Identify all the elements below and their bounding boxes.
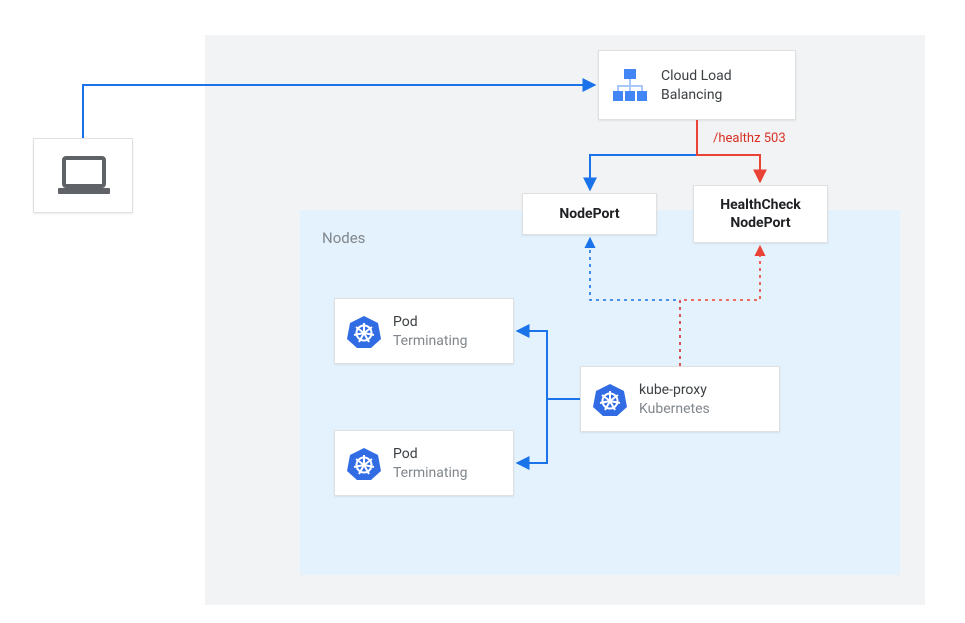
pod-2-box: Pod Terminating xyxy=(334,430,514,496)
client-laptop-box xyxy=(33,138,133,213)
load-balancer-icon xyxy=(611,67,649,105)
kubernetes-icon xyxy=(347,447,381,481)
cloud-load-balancing-box: Cloud Load Balancing xyxy=(598,50,796,120)
nodeport-title: NodePort xyxy=(523,205,656,224)
hcnodeport-title-line2: NodePort xyxy=(694,214,827,233)
kubernetes-icon xyxy=(347,315,381,349)
kube-proxy-subtitle: Kubernetes xyxy=(639,400,710,419)
pod-1-title: Pod xyxy=(393,313,418,332)
laptop-icon xyxy=(56,154,112,199)
kube-proxy-title: kube-proxy xyxy=(639,381,707,400)
clb-subtitle: Balancing xyxy=(661,86,722,105)
nodeport-box: NodePort xyxy=(522,193,657,235)
healthz-label: /healthz 503 xyxy=(713,130,786,148)
healthcheck-nodeport-box: HealthCheck NodePort xyxy=(693,185,828,243)
hcnodeport-title-line1: HealthCheck xyxy=(694,196,827,215)
pod-1-box: Pod Terminating xyxy=(334,298,514,364)
clb-title: Cloud Load xyxy=(661,67,732,86)
pod-2-subtitle: Terminating xyxy=(393,464,467,483)
pod-2-title: Pod xyxy=(393,445,418,464)
nodes-panel-label: Nodes xyxy=(322,228,365,248)
kube-proxy-box: kube-proxy Kubernetes xyxy=(580,366,780,432)
kubernetes-icon xyxy=(593,383,627,417)
diagram-canvas: Nodes /healthz 503 Cloud L xyxy=(0,0,965,623)
pod-1-subtitle: Terminating xyxy=(393,332,467,351)
